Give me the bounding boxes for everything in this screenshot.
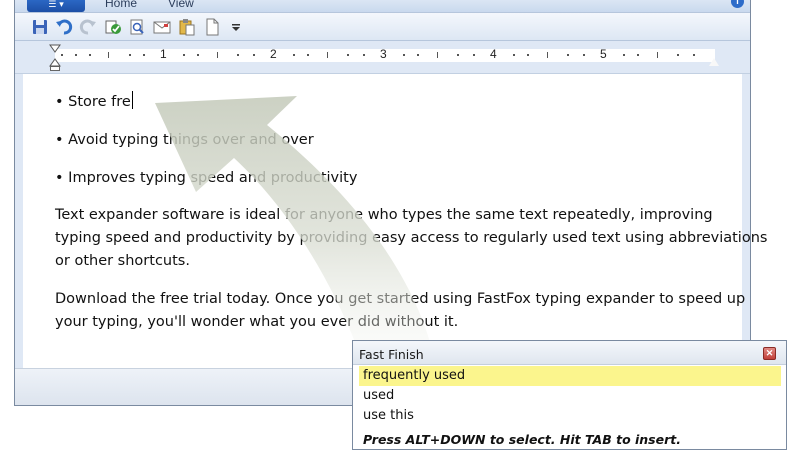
ruler-dot bbox=[527, 54, 529, 56]
ruler-tick bbox=[108, 52, 109, 58]
ruler-tick bbox=[327, 52, 328, 58]
ruler-number: 3 bbox=[380, 47, 387, 61]
undo-icon[interactable] bbox=[55, 18, 73, 36]
document-page[interactable]: • Store fre • Avoid typing things over a… bbox=[23, 74, 767, 368]
ruler-tick bbox=[217, 52, 218, 58]
ruler-dot bbox=[307, 54, 309, 56]
right-indent-marker[interactable] bbox=[709, 58, 719, 66]
popup-title: Fast Finish bbox=[359, 347, 424, 362]
paragraph-line: Text expander software is ideal for anyo… bbox=[55, 207, 713, 223]
file-menu-icon: ☰ ▾ bbox=[48, 0, 64, 10]
ruler-dot bbox=[293, 54, 295, 56]
file-menu-button[interactable]: ☰ ▾ bbox=[27, 0, 85, 12]
ruler-dot bbox=[403, 54, 405, 56]
ruler-dot bbox=[61, 54, 63, 56]
ruler-number: 2 bbox=[270, 47, 277, 61]
paste-icon[interactable] bbox=[178, 18, 196, 36]
popup-title-bar: Fast Finish ✕ bbox=[353, 341, 786, 365]
paragraph-line: your typing, you'll wonder what you ever… bbox=[55, 314, 459, 330]
close-icon[interactable]: ✕ bbox=[763, 347, 776, 360]
ruler-dot bbox=[637, 54, 639, 56]
ruler-number: 4 bbox=[490, 47, 497, 61]
ruler-tick bbox=[657, 52, 658, 58]
spellcheck-icon[interactable] bbox=[104, 18, 122, 36]
indent-marker-outline bbox=[49, 44, 61, 67]
print-preview-icon[interactable] bbox=[128, 18, 146, 36]
ribbon-tab-bar: ☰ ▾ Home View i bbox=[15, 0, 750, 12]
ruler-dot bbox=[129, 54, 131, 56]
ruler-dot bbox=[583, 54, 585, 56]
ruler-number: 5 bbox=[600, 47, 607, 61]
save-icon[interactable] bbox=[31, 18, 49, 36]
ruler-dot bbox=[89, 54, 91, 56]
paragraph-line: Download the free trial today. Once you … bbox=[55, 291, 746, 307]
ruler-dot bbox=[457, 54, 459, 56]
suggestion-item[interactable]: use this bbox=[359, 406, 781, 426]
ruler-dot bbox=[623, 54, 625, 56]
ruler-dot bbox=[677, 54, 679, 56]
ruler-dot bbox=[197, 54, 199, 56]
tab-home[interactable]: Home bbox=[105, 0, 137, 10]
tab-view[interactable]: View bbox=[168, 0, 194, 10]
ruler-tick bbox=[437, 52, 438, 58]
ruler[interactable]: 1 2 3 4 5 bbox=[15, 41, 750, 74]
ruler-dot bbox=[567, 54, 569, 56]
ruler-dot bbox=[363, 54, 365, 56]
bullet-item: • Store fre bbox=[55, 91, 133, 114]
ruler-dot bbox=[183, 54, 185, 56]
popup-hint: Press ALT+DOWN to select. Hit TAB to ins… bbox=[363, 432, 681, 447]
redo-icon[interactable] bbox=[79, 18, 97, 36]
ruler-dot bbox=[143, 54, 145, 56]
customize-dropdown-icon[interactable] bbox=[227, 18, 245, 36]
ruler-dot bbox=[347, 54, 349, 56]
paragraph-line: or other shortcuts. bbox=[55, 253, 190, 269]
ruler-dot bbox=[473, 54, 475, 56]
ruler-dot bbox=[75, 54, 77, 56]
bullet-item: • Avoid typing things over and over bbox=[55, 132, 314, 148]
bullet-item: • Improves typing speed and productivity bbox=[55, 170, 358, 186]
ruler-dot bbox=[417, 54, 419, 56]
suggestion-item[interactable]: used bbox=[359, 386, 781, 406]
ruler-dot bbox=[693, 54, 695, 56]
suggestion-item[interactable]: frequently used bbox=[359, 366, 781, 386]
envelope-icon[interactable] bbox=[153, 18, 171, 36]
paragraph-line: typing speed and productivity by providi… bbox=[55, 230, 768, 246]
ruler-dot bbox=[253, 54, 255, 56]
ruler-number: 1 bbox=[160, 47, 167, 61]
ruler-dot bbox=[513, 54, 515, 56]
fast-finish-popup: Fast Finish ✕ frequently used used use t… bbox=[352, 340, 787, 450]
text-caret bbox=[131, 91, 133, 109]
ruler-dot bbox=[237, 54, 239, 56]
new-document-icon[interactable] bbox=[203, 18, 221, 36]
quick-access-toolbar bbox=[15, 12, 750, 41]
help-icon[interactable]: i bbox=[731, 0, 744, 8]
ruler-tick bbox=[547, 52, 548, 58]
